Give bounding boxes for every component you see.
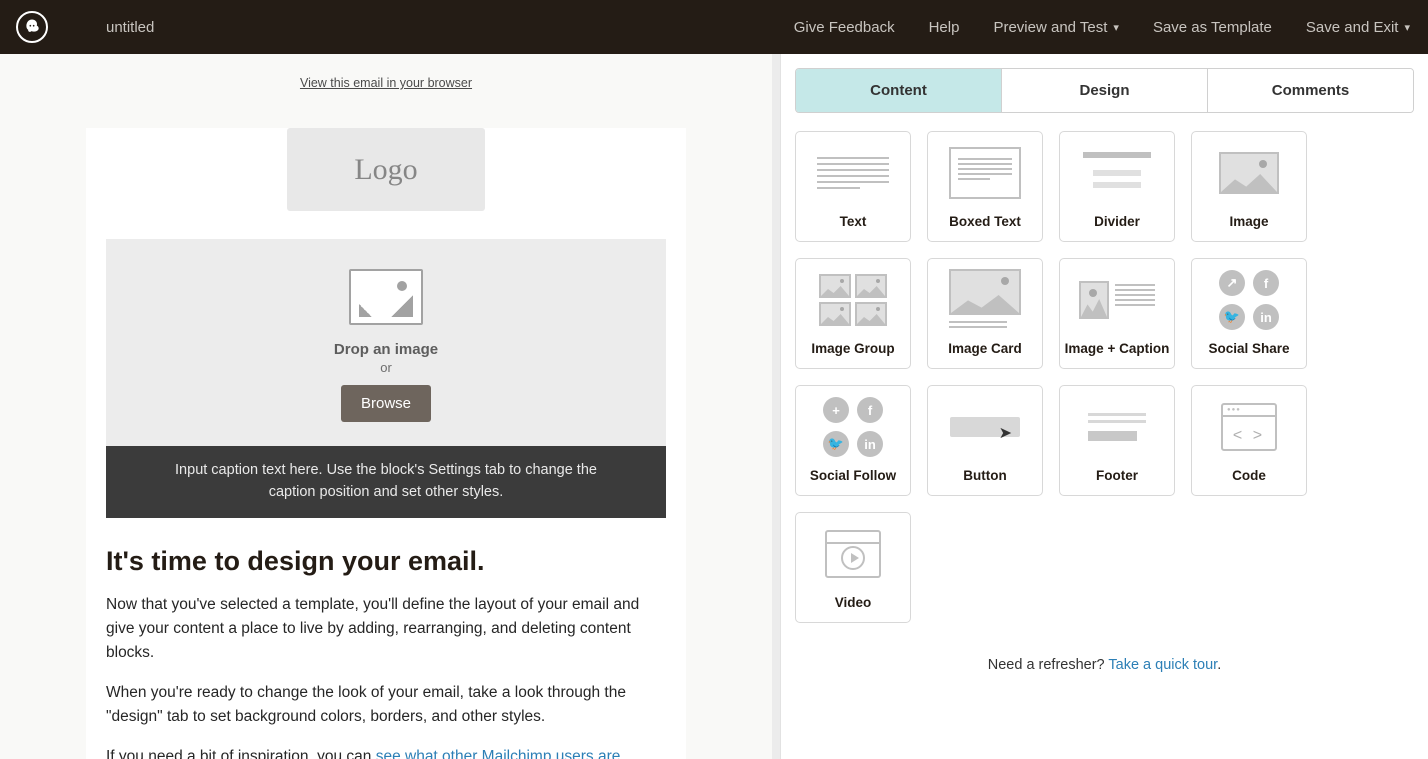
email-heading[interactable]: It's time to design your email. (86, 518, 686, 585)
logo-placeholder[interactable]: Logo (287, 128, 485, 211)
chevron-down-icon: ▾ (1404, 21, 1410, 34)
content-blocks-grid: Text Boxed Text Divider Image Image Grou… (781, 131, 1428, 623)
preview-test-menu[interactable]: Preview and Test▾ (993, 19, 1118, 36)
block-image-card[interactable]: Image Card (927, 258, 1043, 369)
panel-divider[interactable] (772, 54, 780, 759)
or-label: or (106, 360, 666, 375)
social-follow-icon: +f🐦in (823, 397, 883, 457)
mailchimp-logo-icon[interactable] (16, 11, 48, 43)
top-bar: untitled Give Feedback Help Preview and … (0, 0, 1428, 54)
drop-image-label: Drop an image (106, 341, 666, 358)
block-divider[interactable]: Divider (1059, 131, 1175, 242)
email-paragraph[interactable]: Now that you've selected a template, you… (86, 585, 686, 673)
document-title[interactable]: untitled (106, 19, 154, 36)
block-social-share[interactable]: ↗f🐦in Social Share (1191, 258, 1307, 369)
block-image-group[interactable]: Image Group (795, 258, 911, 369)
image-placeholder-icon (349, 269, 423, 325)
tab-content[interactable]: Content (796, 69, 1002, 112)
block-code[interactable]: ●●●< > Code (1191, 385, 1307, 496)
button-icon: ➤ (950, 417, 1020, 437)
block-footer[interactable]: Footer (1059, 385, 1175, 496)
save-and-exit-menu[interactable]: Save and Exit▾ (1306, 19, 1410, 36)
social-share-icon: ↗f🐦in (1219, 270, 1279, 330)
image-group-icon (819, 274, 887, 326)
block-boxed-text[interactable]: Boxed Text (927, 131, 1043, 242)
chevron-down-icon: ▾ (1113, 21, 1119, 34)
boxed-text-icon (949, 147, 1021, 199)
tab-design[interactable]: Design (1002, 69, 1208, 112)
block-image-caption[interactable]: Image + Caption (1059, 258, 1175, 369)
block-text[interactable]: Text (795, 131, 911, 242)
image-drop-zone[interactable]: Drop an image or Browse (106, 239, 666, 446)
footer-icon (1088, 409, 1146, 445)
panel-tabs: Content Design Comments (795, 68, 1414, 113)
view-in-browser-link[interactable]: View this email in your browser (300, 76, 472, 90)
image-caption-block[interactable]: Input caption text here. Use the block's… (106, 446, 666, 518)
email-paragraph[interactable]: If you need a bit of inspiration, you ca… (86, 737, 686, 759)
code-icon: ●●●< > (1221, 403, 1277, 451)
help-link[interactable]: Help (929, 19, 960, 36)
refresher-hint: Need a refresher? Take a quick tour. (781, 623, 1428, 693)
cursor-icon: ➤ (999, 423, 1012, 443)
save-as-template-link[interactable]: Save as Template (1153, 19, 1272, 36)
give-feedback-link[interactable]: Give Feedback (794, 19, 895, 36)
email-paragraph[interactable]: When you're ready to change the look of … (86, 673, 686, 737)
video-icon (825, 530, 881, 578)
quick-tour-link[interactable]: Take a quick tour (1108, 657, 1217, 673)
block-button[interactable]: ➤ Button (927, 385, 1043, 496)
email-canvas[interactable]: View this email in your browser Logo Dro… (0, 54, 772, 759)
side-panel: Content Design Comments Text Boxed Text … (780, 54, 1428, 759)
image-card-icon (949, 269, 1021, 331)
block-image[interactable]: Image (1191, 131, 1307, 242)
image-icon (1219, 152, 1279, 194)
tab-comments[interactable]: Comments (1208, 69, 1413, 112)
divider-icon (1083, 152, 1151, 194)
block-social-follow[interactable]: +f🐦in Social Follow (795, 385, 911, 496)
browse-button[interactable]: Browse (341, 385, 431, 422)
block-video[interactable]: Video (795, 512, 911, 623)
text-lines-icon (817, 153, 889, 193)
image-caption-icon (1079, 281, 1155, 319)
